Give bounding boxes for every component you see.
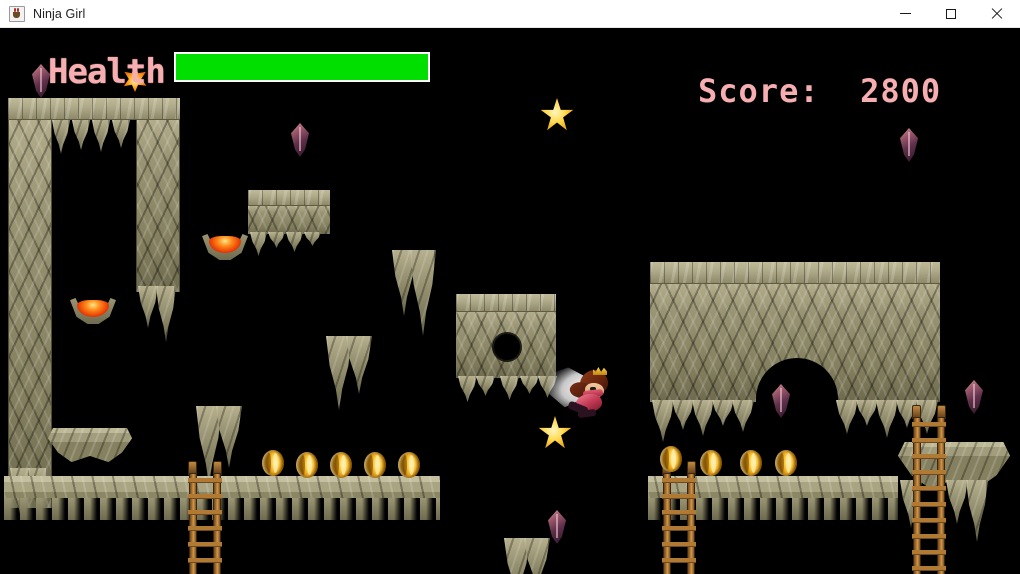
coin[interactable]	[398, 452, 420, 478]
ladder[interactable]	[910, 405, 948, 574]
stalactite	[946, 480, 968, 524]
maximize-icon	[946, 8, 956, 19]
stalactite	[524, 538, 550, 574]
rock-cap	[650, 262, 940, 284]
window-controls	[882, 0, 1020, 28]
close-button[interactable]	[974, 0, 1020, 28]
ladder[interactable]	[660, 461, 698, 574]
stalactite	[692, 400, 714, 436]
stalactite	[672, 400, 694, 430]
stalactite	[732, 400, 754, 432]
stalactite	[652, 400, 674, 442]
stalactite	[112, 120, 130, 148]
rock-ledge	[248, 206, 330, 234]
ladder-rungs	[912, 422, 946, 574]
stalactite	[138, 286, 158, 328]
coin[interactable]	[330, 452, 352, 478]
health-bar	[174, 52, 430, 82]
ladder-post	[188, 461, 197, 475]
gem-crystal[interactable]	[291, 123, 309, 157]
health-label: Health	[48, 52, 166, 92]
stalactite	[72, 120, 90, 150]
stalactite	[966, 480, 988, 542]
window-title-bar: Ninja Girl	[0, 0, 1020, 28]
lava-bowl-hazard	[202, 234, 248, 260]
lava-bowl-hazard	[70, 298, 116, 324]
rock-pillar-left-inner	[136, 120, 180, 292]
gem-crystal[interactable]	[965, 380, 983, 414]
coin[interactable]	[262, 450, 284, 476]
coin[interactable]	[296, 452, 318, 478]
java-coffee-cup-icon	[9, 5, 25, 22]
stalactite	[712, 400, 734, 426]
coin[interactable]	[364, 452, 386, 478]
coin[interactable]	[775, 450, 797, 476]
player-body	[567, 367, 610, 419]
stalactite	[836, 400, 858, 434]
rock-cap	[8, 98, 180, 120]
ladder-post	[687, 461, 696, 475]
player-limb	[577, 408, 597, 419]
stalactite	[286, 232, 303, 252]
score-display: Score: 2800	[698, 72, 942, 110]
rock-hole	[494, 334, 520, 360]
stalactite	[156, 286, 176, 342]
ladder-post	[937, 405, 946, 419]
stalactite	[216, 406, 242, 468]
coin[interactable]	[740, 450, 762, 476]
rock-pillar-left	[8, 120, 52, 508]
star-collectible[interactable]	[540, 98, 574, 131]
gem-crystal[interactable]	[548, 510, 566, 544]
stalactite	[500, 376, 519, 400]
game-canvas[interactable]: Health Score: 2800	[0, 28, 1020, 574]
window-title: Ninja Girl	[33, 6, 86, 21]
coin[interactable]	[700, 450, 722, 476]
ladder[interactable]	[186, 461, 224, 574]
stalactite	[476, 376, 495, 396]
ladder-rungs	[662, 478, 696, 574]
coin[interactable]	[660, 446, 682, 472]
rock-cap	[248, 190, 330, 206]
stalactite	[876, 400, 898, 438]
close-icon	[991, 8, 1003, 20]
stalactite	[520, 376, 539, 394]
stalactite	[268, 232, 285, 248]
application-window: Ninja Girl Health Score: 2800	[0, 0, 1020, 574]
ladder-post	[912, 405, 921, 419]
rock-cap	[456, 294, 556, 312]
minimize-button[interactable]	[882, 0, 928, 28]
stalactite	[52, 120, 70, 154]
ladder-rungs	[188, 478, 222, 574]
stalactite	[250, 232, 267, 256]
ninja-girl-player[interactable]	[548, 364, 612, 422]
gem-crystal[interactable]	[900, 128, 918, 162]
stalactite	[856, 400, 878, 426]
minimize-icon	[899, 13, 911, 14]
stalactite	[346, 336, 372, 394]
health-bar-fill	[176, 54, 428, 80]
rock-ledge	[48, 428, 132, 462]
stalactite	[92, 120, 110, 152]
stalactite	[410, 250, 436, 336]
stalactite	[304, 232, 321, 246]
maximize-button[interactable]	[928, 0, 974, 28]
stalactite	[458, 376, 477, 402]
ladder-post	[213, 461, 222, 475]
